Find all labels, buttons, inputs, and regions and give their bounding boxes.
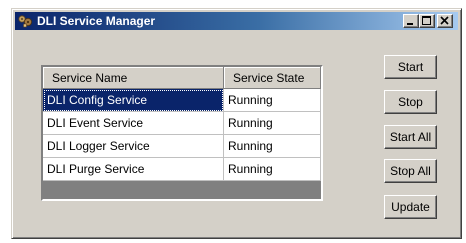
update-button[interactable]: Update [384, 195, 437, 219]
service-name-cell[interactable]: DLI Purge Service [43, 158, 224, 181]
minimize-icon [407, 23, 413, 25]
services-table: Service Name Service State DLI Config Se… [41, 65, 323, 201]
table-row[interactable]: DLI Config Service Running [43, 89, 321, 112]
close-button[interactable] [437, 14, 453, 28]
table-row[interactable]: DLI Event Service Running [43, 112, 321, 135]
column-header-service-name[interactable]: Service Name [43, 67, 224, 89]
close-icon [440, 16, 449, 25]
stop-button[interactable]: Stop [384, 90, 437, 114]
column-header-service-state[interactable]: Service State [224, 67, 321, 89]
service-state-cell[interactable]: Running [224, 158, 321, 181]
table-header: Service Name Service State [43, 67, 321, 89]
start-all-button[interactable]: Start All [384, 125, 437, 149]
maximize-icon [422, 16, 431, 25]
stop-all-button[interactable]: Stop All [384, 159, 437, 183]
service-state-cell[interactable]: Running [224, 135, 321, 158]
title-bar[interactable]: DLI Service Manager [15, 12, 458, 30]
service-manager-window: DLI Service Manager Service Name Service… [11, 8, 462, 239]
table-row[interactable]: DLI Purge Service Running [43, 158, 321, 181]
window-title: DLI Service Manager [37, 14, 156, 28]
service-name-cell[interactable]: DLI Event Service [43, 112, 224, 135]
service-name-cell[interactable]: DLI Logger Service [43, 135, 224, 158]
start-button[interactable]: Start [384, 55, 437, 79]
app-icon [18, 15, 32, 28]
service-state-cell[interactable]: Running [224, 112, 321, 135]
service-state-cell[interactable]: Running [224, 89, 321, 112]
minimize-button[interactable] [403, 14, 419, 28]
table-row[interactable]: DLI Logger Service Running [43, 135, 321, 158]
maximize-button[interactable] [419, 14, 435, 28]
service-name-cell[interactable]: DLI Config Service [43, 89, 224, 112]
